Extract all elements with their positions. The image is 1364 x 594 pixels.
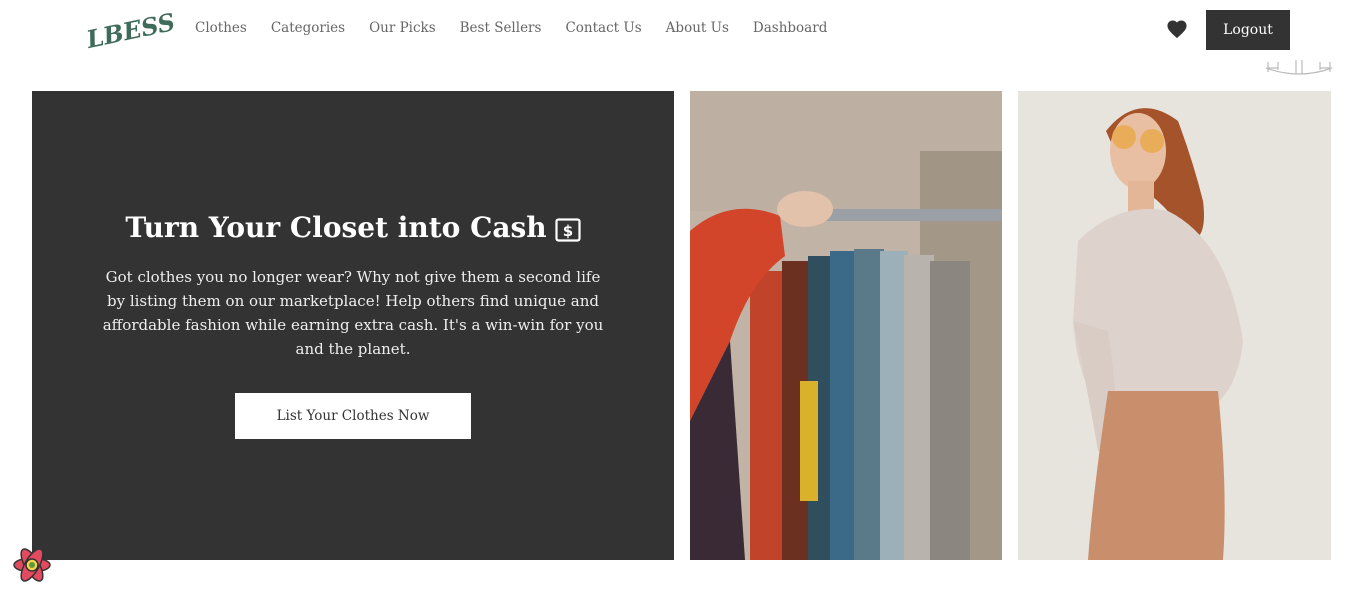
nav-item-our-picks[interactable]: Our Picks	[369, 20, 436, 36]
hero-title-text: Turn Your Closet into Cash	[125, 211, 547, 244]
dollar-square-icon: $	[555, 216, 581, 242]
hero-section: Turn Your Closet into Cash $ Got clothes…	[32, 91, 674, 560]
nav-item-about-us[interactable]: About Us	[666, 20, 729, 36]
nav-item-contact-us[interactable]: Contact Us	[565, 20, 641, 36]
nav-item-best-sellers[interactable]: Best Sellers	[460, 20, 542, 36]
brand-logo[interactable]: LBESS	[84, 7, 178, 54]
react-devtools-icon[interactable]	[12, 546, 52, 584]
main-nav: Clothes Categories Our Picks Best Seller…	[195, 20, 827, 36]
nav-item-categories[interactable]: Categories	[271, 20, 345, 36]
brand-logo-text: LBESS	[83, 7, 178, 54]
model-photo	[1018, 91, 1331, 560]
hero-description: Got clothes you no longer wear? Why not …	[102, 268, 604, 358]
heart-icon[interactable]	[1166, 19, 1188, 39]
hero-title: Turn Your Closet into Cash $	[32, 211, 674, 244]
nav-item-dashboard[interactable]: Dashboard	[753, 20, 827, 36]
logout-button[interactable]: Logout	[1206, 10, 1290, 50]
clothing-rack-photo	[690, 91, 1002, 560]
hanger-decoration	[1264, 58, 1334, 78]
nav-item-clothes[interactable]: Clothes	[195, 20, 247, 36]
svg-text:$: $	[562, 222, 572, 240]
list-clothes-button[interactable]: List Your Clothes Now	[235, 393, 471, 439]
